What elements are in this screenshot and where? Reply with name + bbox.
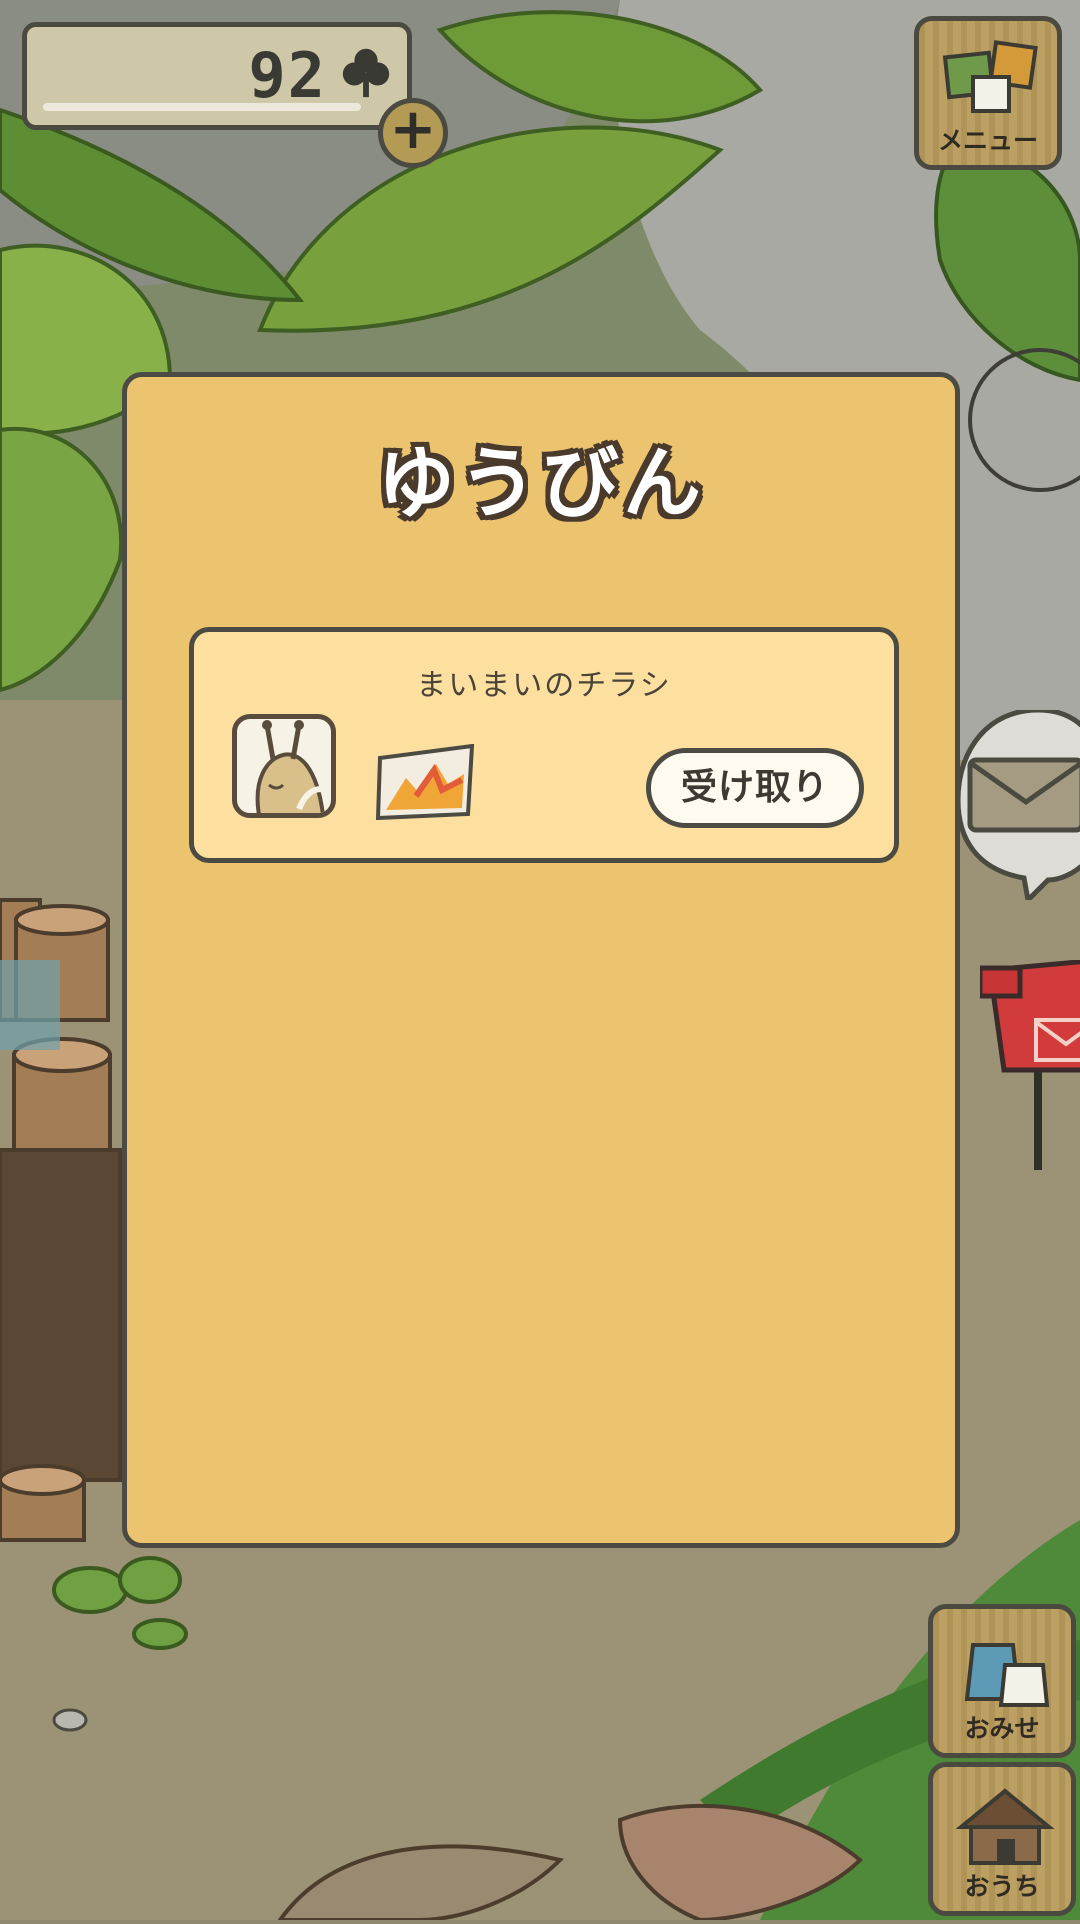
mail-notification-bubble[interactable] bbox=[958, 710, 1080, 900]
shop-button[interactable]: おみせ bbox=[928, 1604, 1076, 1758]
counter-highlight bbox=[43, 103, 361, 111]
clover-count: 92 bbox=[248, 39, 327, 112]
shop-label: おみせ bbox=[964, 1714, 1040, 1743]
flyer-icon bbox=[376, 744, 475, 820]
mail-dialog: ゆうびん まいまいのチラシ 受け取り bbox=[122, 372, 960, 1548]
plus-icon: + bbox=[389, 97, 437, 162]
menu-button[interactable]: メニュー bbox=[914, 16, 1062, 170]
menu-label: メニュー bbox=[937, 126, 1038, 155]
receive-button[interactable]: 受け取り bbox=[646, 748, 864, 828]
home-label: おうち bbox=[964, 1872, 1040, 1901]
dialog-title: ゆうびん bbox=[376, 439, 705, 529]
clover-counter: 92 bbox=[22, 22, 412, 130]
menu-cards-icon bbox=[942, 40, 1038, 113]
mail-item: まいまいのチラシ 受け取り bbox=[189, 627, 899, 863]
clover-icon bbox=[342, 48, 390, 98]
envelope-icon bbox=[967, 757, 1080, 833]
mailbox[interactable] bbox=[980, 960, 1080, 1170]
add-clover-button[interactable]: + bbox=[378, 98, 448, 168]
shop-bags-icon bbox=[964, 1643, 1050, 1707]
mail-item-name: まいまいのチラシ bbox=[416, 668, 672, 703]
home-button[interactable]: おうち bbox=[928, 1762, 1076, 1916]
house-icon bbox=[955, 1788, 1055, 1865]
snail-avatar-icon bbox=[232, 714, 336, 818]
